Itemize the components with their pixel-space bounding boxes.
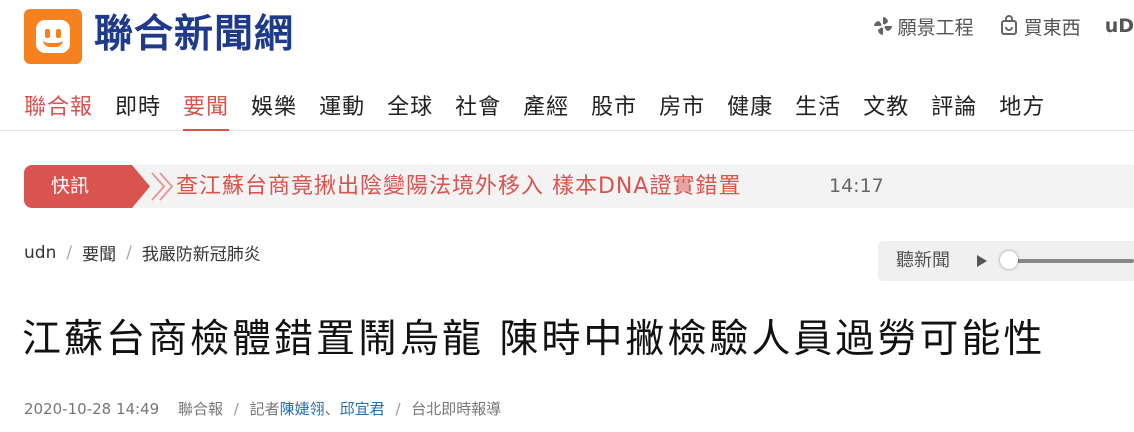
udn-logo-icon[interactable] [24, 9, 82, 64]
nav-item[interactable]: 娛樂 [251, 92, 297, 124]
audio-progress-handle[interactable] [1000, 251, 1018, 269]
reporter-prefix: 記者 [249, 400, 280, 418]
nav-item[interactable]: 評論 [931, 92, 977, 124]
article-source[interactable]: 聯合報 [178, 400, 223, 418]
nav-item[interactable]: 生活 [795, 92, 841, 124]
article-location: 台北即時報導 [411, 400, 502, 418]
nav-item[interactable]: 地方 [999, 92, 1045, 124]
logo-eye-left [45, 29, 50, 38]
nav-item[interactable]: 房市 [659, 92, 705, 124]
nav-list: 聯合報 即時 要聞 娛樂 運動 全球 社會 產經 股市 房市 健康 生活 文教 評論 地方 [24, 92, 1067, 131]
article-meta: 2020-10-28 14:49 聯合報 / 記者陳婕翎、邱宜君 / 台北即時報… [24, 398, 501, 419]
breadcrumb-item-topic[interactable]: 我嚴防新冠肺炎 [142, 240, 261, 265]
logo-mouth [43, 40, 63, 47]
shop-link-label: 買東西 [1023, 16, 1081, 39]
play-icon[interactable] [975, 254, 989, 268]
reporter-link[interactable]: 陳婕翎 [280, 400, 325, 418]
listen-news-label: 聽新聞 [896, 250, 950, 271]
meta-separator: / [233, 400, 239, 418]
breadcrumb: udn / 要聞 / 我嚴防新冠肺炎 [24, 240, 261, 266]
breadcrumb-item-home[interactable]: udn [24, 243, 56, 263]
shopping-bag-icon [998, 15, 1020, 37]
nav-item[interactable]: 運動 [319, 92, 365, 124]
logo-eye-right [56, 29, 61, 38]
breaking-news-bar[interactable]: 快訊 查江蘇台商竟揪出陰變陽法境外移入 樣本DNA證實錯置 14:17 [24, 165, 1134, 208]
nav-item[interactable]: 產經 [523, 92, 569, 124]
listen-news-player: 聽新聞 [878, 241, 1134, 281]
chevron-right-icon [132, 165, 174, 208]
site-name[interactable]: 聯合新聞網 [94, 10, 294, 60]
pinwheel-icon [872, 15, 894, 37]
audio-progress-track[interactable] [1006, 259, 1134, 263]
reporter-joiner: 、 [324, 400, 340, 418]
reporter-link[interactable]: 邱宜君 [340, 400, 385, 418]
nav-item[interactable]: 股市 [591, 92, 637, 124]
nav-item[interactable]: 聯合報 [24, 92, 93, 124]
vision-link-label: 願景工程 [897, 16, 974, 39]
article-headline: 江蘇台商檢體錯置鬧烏龍 陳時中撇檢驗人員過勞可能性 [22, 317, 1046, 362]
nav-item[interactable]: 健康 [727, 92, 773, 124]
nav-item[interactable]: 即時 [115, 92, 161, 124]
account-text: uD [1104, 15, 1134, 37]
breaking-news-time: 14:17 [829, 175, 884, 197]
shop-link[interactable]: 買東西 [998, 13, 1081, 40]
meta-separator: / [395, 400, 401, 418]
nav-item[interactable]: 全球 [387, 92, 433, 124]
nav-item[interactable]: 社會 [455, 92, 501, 124]
nav-item[interactable]: 文教 [863, 92, 909, 124]
top-links: 願景工程 買東西 uD [848, 13, 1134, 39]
article-datetime: 2020-10-28 14:49 [24, 400, 160, 418]
breaking-news-label: 快訊 [24, 165, 132, 208]
account-link[interactable]: uD [1105, 15, 1134, 37]
logo-face [36, 20, 70, 53]
breadcrumb-separator: / [126, 242, 132, 263]
site-header: 聯合新聞網 願景工程 買東西 uD [0, 0, 1134, 80]
breadcrumb-item-section[interactable]: 要聞 [82, 240, 116, 265]
main-nav: 聯合報 即時 要聞 娛樂 運動 全球 社會 產經 股市 房市 健康 生活 文教 評論 地方 [0, 88, 1134, 131]
breadcrumb-separator: / [66, 242, 73, 263]
vision-link[interactable]: 願景工程 [872, 13, 974, 40]
breaking-news-headline[interactable]: 查江蘇台商竟揪出陰變陽法境外移入 樣本DNA證實錯置 [176, 165, 741, 208]
nav-item[interactable]: 要聞 [183, 92, 230, 131]
